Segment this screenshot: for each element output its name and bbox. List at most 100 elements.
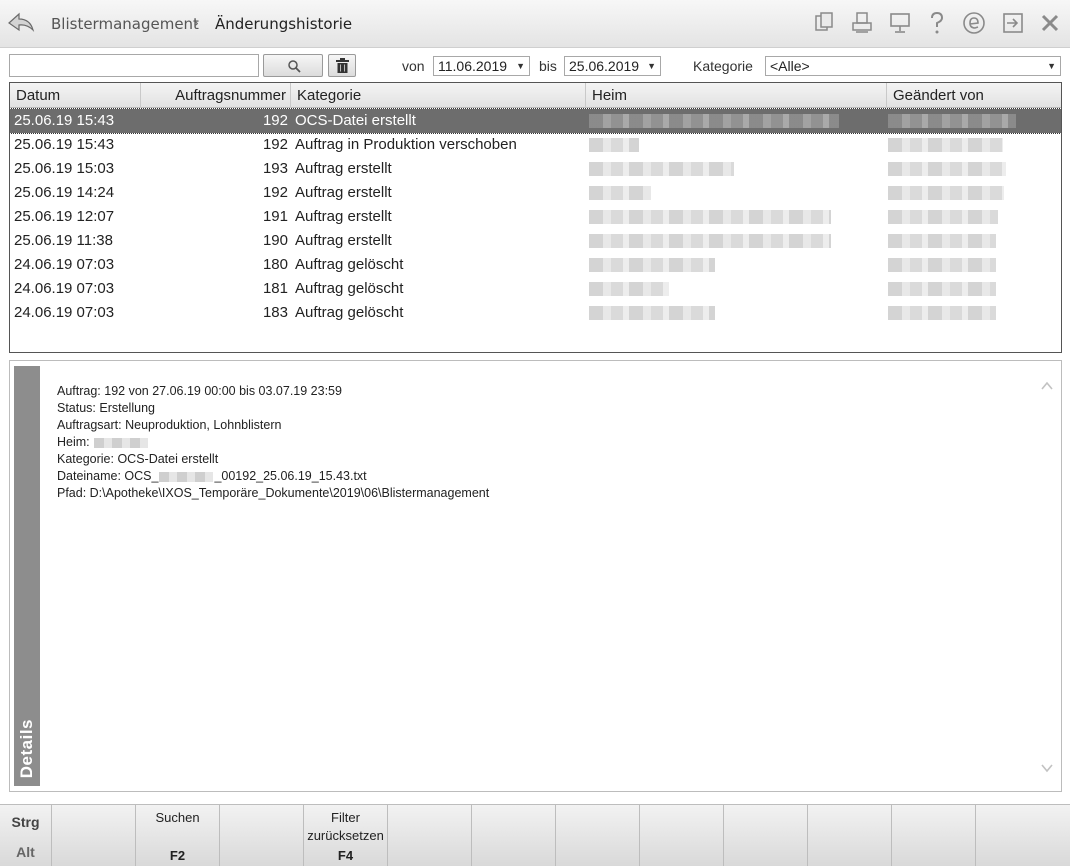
- detail-pfad: Pfad: D:\Apotheke\IXOS_Temporäre_Dokumen…: [57, 486, 490, 500]
- redacted-user: [888, 210, 998, 224]
- filter-zuruecksetzen-button[interactable]: Filter zurücksetzen F4: [304, 805, 388, 866]
- cell-auftragsnummer: 180: [262, 256, 288, 273]
- table-row[interactable]: 25.06.19 15:43 192 OCS-Datei erstellt: [10, 108, 1061, 134]
- details-tab-label: Details: [17, 718, 36, 778]
- help-icon[interactable]: [925, 11, 949, 35]
- cell-auftragsnummer: 192: [262, 184, 288, 201]
- scroll-up-icon[interactable]: [1039, 379, 1055, 393]
- e-icon[interactable]: [962, 11, 986, 35]
- f7-button[interactable]: [556, 805, 640, 866]
- table-row[interactable]: 25.06.19 11:38 190 Auftrag erstellt: [10, 229, 1061, 253]
- table-header: Datum Auftragsnummer Kategorie Heim Geän…: [10, 83, 1061, 108]
- cell-kategorie: Auftrag gelöscht: [295, 280, 404, 297]
- f9-button[interactable]: [724, 805, 808, 866]
- strg-key[interactable]: Strg: [0, 814, 51, 830]
- table-row[interactable]: 25.06.19 14:24 192 Auftrag erstellt: [10, 181, 1061, 205]
- column-header-datum[interactable]: Datum: [10, 83, 141, 108]
- table-row[interactable]: 24.06.19 07:03 180 Auftrag gelöscht: [10, 253, 1061, 277]
- table-row[interactable]: 25.06.19 12:07 191 Auftrag erstellt: [10, 205, 1061, 229]
- f6-button[interactable]: [472, 805, 556, 866]
- table-row[interactable]: 25.06.19 15:03 193 Auftrag erstellt: [10, 157, 1061, 181]
- cell-kategorie: Auftrag in Produktion verschoben: [295, 136, 517, 153]
- f11-button[interactable]: [892, 805, 976, 866]
- cell-datum: 25.06.19 15:43: [14, 136, 115, 153]
- page-title: Änderungshistorie: [215, 15, 353, 33]
- cell-kategorie: Auftrag erstellt: [295, 160, 392, 177]
- suchen-button[interactable]: Suchen F2: [136, 805, 220, 866]
- bis-date-dropdown[interactable]: 25.06.2019 ▼: [564, 56, 661, 76]
- f12-button[interactable]: [976, 805, 1070, 866]
- search-input[interactable]: [9, 54, 259, 77]
- details-tab[interactable]: Details: [14, 366, 40, 786]
- filter-key: F4: [337, 848, 354, 863]
- app-header: Blistermanagement › Änderungshistorie: [0, 0, 1070, 48]
- von-label: von: [402, 58, 425, 74]
- detail-dateiname-prefix: Dateiname: OCS_: [57, 469, 159, 483]
- suchen-key: F2: [169, 848, 186, 863]
- cell-kategorie: Auftrag erstellt: [295, 208, 392, 225]
- kategorie-dropdown[interactable]: <Alle> ▼: [765, 56, 1061, 76]
- table-row[interactable]: 24.06.19 07:03 181 Auftrag gelöscht: [10, 277, 1061, 301]
- column-header-heim[interactable]: Heim: [586, 83, 887, 108]
- redacted-heim: [589, 114, 839, 128]
- kategorie-label: Kategorie: [693, 58, 753, 74]
- redacted-user: [888, 138, 1003, 152]
- cell-datum: 24.06.19 07:03: [14, 256, 115, 273]
- cell-datum: 25.06.19 12:07: [14, 208, 115, 225]
- copy-icon[interactable]: [812, 11, 836, 35]
- kategorie-value: <Alle>: [770, 58, 810, 74]
- back-arrow-icon[interactable]: [6, 10, 36, 36]
- redacted-user: [888, 186, 1004, 200]
- detail-kategorie: Kategorie: OCS-Datei erstellt: [57, 452, 219, 466]
- cell-auftragsnummer: 181: [262, 280, 288, 297]
- von-date-dropdown[interactable]: 11.06.2019 ▼: [433, 56, 530, 76]
- cell-kategorie: Auftrag gelöscht: [295, 256, 404, 273]
- scroll-down-icon[interactable]: [1039, 761, 1055, 775]
- redacted-heim: [589, 258, 715, 272]
- column-header-kategorie[interactable]: Kategorie: [291, 83, 586, 108]
- f8-button[interactable]: [640, 805, 724, 866]
- cell-kategorie: Auftrag erstellt: [295, 184, 392, 201]
- search-icon: [288, 60, 301, 73]
- cell-kategorie: OCS-Datei erstellt: [295, 112, 416, 129]
- redacted-heim: [589, 234, 831, 248]
- filter-label-line2: zurücksetzen: [307, 828, 384, 843]
- redacted-heim: [589, 162, 734, 176]
- chevron-down-icon: ▼: [647, 61, 656, 71]
- cell-auftragsnummer: 190: [262, 232, 288, 249]
- redacted-heim: [589, 186, 651, 200]
- f5-button[interactable]: [388, 805, 472, 866]
- monitor-icon[interactable]: [888, 11, 912, 35]
- detail-auftrag: Auftrag: 192 von 27.06.19 00:00 bis 03.0…: [57, 384, 342, 398]
- column-header-geaendert-von[interactable]: Geändert von: [887, 83, 1061, 108]
- redacted-user: [888, 162, 1006, 176]
- breadcrumb-separator: ›: [193, 14, 199, 32]
- alt-key[interactable]: Alt: [0, 844, 51, 860]
- cell-auftragsnummer: 192: [262, 112, 288, 129]
- table-row[interactable]: 24.06.19 07:03 183 Auftrag gelöscht: [10, 301, 1061, 325]
- detail-dateiname-suffix: _00192_25.06.19_15.43.txt: [214, 469, 367, 483]
- f10-button[interactable]: [808, 805, 892, 866]
- cell-auftragsnummer: 183: [262, 304, 288, 321]
- filter-label-line1: Filter: [331, 810, 360, 825]
- cell-auftragsnummer: 193: [262, 160, 288, 177]
- cell-datum: 25.06.19 15:03: [14, 160, 115, 177]
- f3-button[interactable]: [220, 805, 304, 866]
- redacted-user: [888, 114, 1016, 128]
- search-button[interactable]: [263, 54, 323, 77]
- detail-status: Status: Erstellung: [57, 401, 155, 415]
- column-header-auftragsnummer[interactable]: Auftragsnummer: [141, 83, 291, 108]
- cell-auftragsnummer: 192: [262, 136, 288, 153]
- cell-datum: 24.06.19 07:03: [14, 280, 115, 297]
- detail-heim-label: Heim:: [57, 435, 90, 449]
- close-icon[interactable]: [1038, 11, 1062, 35]
- table-row[interactable]: 25.06.19 15:43 192 Auftrag in Produktion…: [10, 133, 1061, 157]
- breadcrumb-root[interactable]: Blistermanagement: [51, 15, 199, 33]
- f1-button[interactable]: [52, 805, 136, 866]
- chevron-down-icon: ▼: [516, 61, 525, 71]
- print-icon[interactable]: [850, 11, 874, 35]
- clear-search-button[interactable]: [328, 54, 356, 77]
- cell-kategorie: Auftrag erstellt: [295, 232, 392, 249]
- exit-window-icon[interactable]: [1001, 11, 1025, 35]
- redacted-heim: [94, 437, 149, 448]
